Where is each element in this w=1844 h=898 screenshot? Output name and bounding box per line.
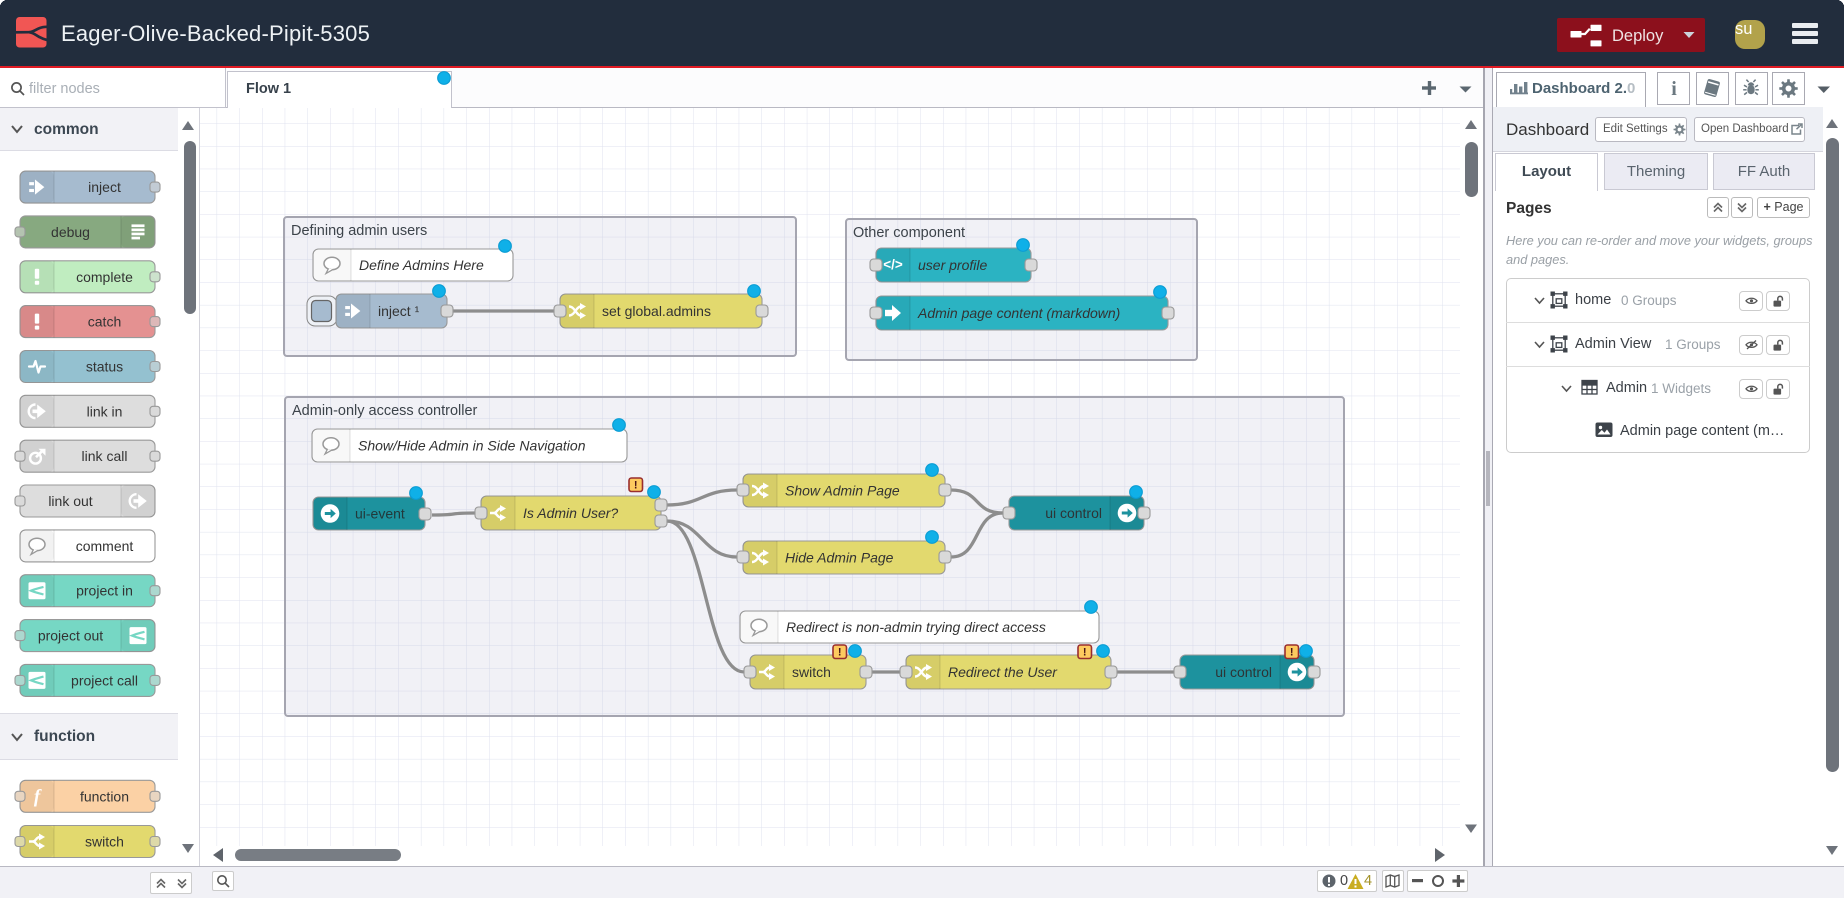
svg-text:debug: debug <box>51 224 90 240</box>
svg-text:complete: complete <box>76 269 133 285</box>
svg-text:ui-event: ui-event <box>355 506 405 522</box>
svg-text:catch: catch <box>88 314 121 330</box>
svg-text:ui control: ui control <box>1215 664 1272 680</box>
svg-text:link in: link in <box>87 403 123 419</box>
svg-text:project in: project in <box>76 583 133 599</box>
svg-text:!: ! <box>1083 647 1087 659</box>
svg-text:Admin-only access controller: Admin-only access controller <box>292 403 478 419</box>
svg-text:inject: inject <box>88 179 121 195</box>
svg-text:status: status <box>86 359 123 375</box>
svg-text:Admin page content (markdown): Admin page content (markdown) <box>917 305 1120 321</box>
svg-text:project out: project out <box>38 628 103 644</box>
svg-text:switch: switch <box>85 834 124 850</box>
svg-text:Show Admin Page: Show Admin Page <box>785 483 900 499</box>
svg-text:project call: project call <box>71 672 138 688</box>
svg-text:Is Admin User?: Is Admin User? <box>523 505 618 521</box>
svg-text:Define Admins Here: Define Admins Here <box>359 257 484 273</box>
svg-text:</>: </> <box>883 257 903 272</box>
svg-text:inject ¹: inject ¹ <box>378 303 420 319</box>
svg-text:Hide Admin Page: Hide Admin Page <box>785 550 894 566</box>
svg-text:Show/Hide Admin in Side Naviga: Show/Hide Admin in Side Navigation <box>358 438 586 454</box>
svg-text:!: ! <box>838 647 842 659</box>
svg-text:link out: link out <box>48 493 92 509</box>
svg-text:set global.admins: set global.admins <box>602 303 711 319</box>
svg-text:switch: switch <box>792 664 831 680</box>
svg-text:ui control: ui control <box>1045 505 1102 521</box>
svg-text:Other component: Other component <box>853 225 965 241</box>
svg-text:Redirect the User: Redirect the User <box>948 664 1058 680</box>
svg-text:Redirect is non-admin trying d: Redirect is non-admin trying direct acce… <box>786 619 1046 635</box>
svg-text:!: ! <box>1290 647 1294 659</box>
svg-text:Defining admin users: Defining admin users <box>291 223 427 239</box>
svg-text:user profile: user profile <box>918 257 987 273</box>
svg-text:function: function <box>80 788 129 804</box>
svg-text:comment: comment <box>76 538 134 554</box>
svg-text:i: i <box>1671 78 1677 100</box>
svg-text:!: ! <box>634 480 638 492</box>
svg-text:link call: link call <box>82 448 128 464</box>
